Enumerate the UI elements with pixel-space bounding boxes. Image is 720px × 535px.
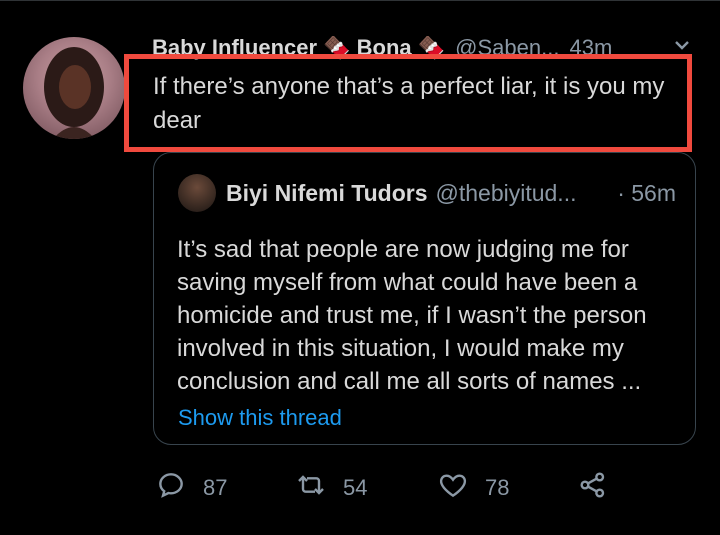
heart-icon bbox=[437, 469, 469, 507]
quoted-avatar[interactable] bbox=[178, 174, 216, 212]
top-divider bbox=[0, 0, 720, 1]
quoted-header: Biyi Nifemi Tudors @thebiyitud... · 56m bbox=[226, 179, 676, 207]
quoted-time[interactable]: · 56m bbox=[617, 180, 676, 207]
like-button[interactable]: 78 bbox=[437, 470, 509, 506]
retweet-button[interactable]: 54 bbox=[295, 470, 367, 506]
share-icon bbox=[577, 469, 609, 507]
show-thread-link[interactable]: Show this thread bbox=[178, 405, 342, 431]
reply-button[interactable]: 87 bbox=[155, 470, 227, 506]
action-bar: 87 54 78 bbox=[155, 470, 625, 506]
highlight-box bbox=[124, 54, 692, 152]
avatar[interactable] bbox=[23, 37, 125, 139]
quoted-text: It’s sad that people are now judging me … bbox=[177, 236, 647, 395]
share-button[interactable] bbox=[577, 470, 609, 506]
reply-count: 87 bbox=[203, 475, 228, 500]
quoted-tweet[interactable]: Biyi Nifemi Tudors @thebiyitud... · 56m … bbox=[153, 152, 696, 445]
avatar-photo bbox=[44, 47, 104, 139]
retweet-icon bbox=[295, 469, 327, 507]
retweet-count: 54 bbox=[343, 475, 368, 500]
quoted-author-handle[interactable]: @thebiyitud... bbox=[436, 180, 577, 207]
reply-icon bbox=[155, 469, 187, 507]
like-count: 78 bbox=[485, 475, 510, 500]
quoted-author-name[interactable]: Biyi Nifemi Tudors bbox=[226, 180, 428, 207]
